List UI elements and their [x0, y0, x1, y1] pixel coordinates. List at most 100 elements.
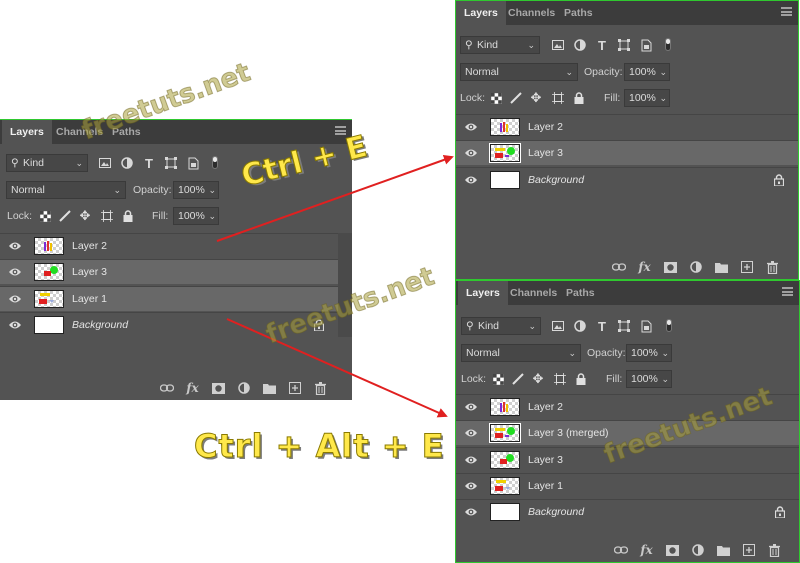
kind-filter-dropdown[interactable]: ⚲ Kind ⌄ [461, 317, 541, 335]
smart-object-filter-icon[interactable] [186, 156, 200, 170]
shape-filter-icon[interactable] [617, 319, 631, 333]
tab-channels[interactable]: Channels [502, 281, 565, 305]
type-filter-icon[interactable]: T [142, 156, 156, 171]
blend-mode-dropdown[interactable]: Normal ⌄ [461, 344, 581, 362]
lock-image-icon[interactable] [509, 91, 523, 105]
panel-menu-icon[interactable] [781, 7, 792, 16]
adjustment-filter-icon[interactable] [573, 319, 587, 333]
fx-icon[interactable]: fx [640, 543, 654, 557]
lock-all-icon[interactable] [574, 372, 588, 386]
type-filter-icon[interactable]: T [595, 38, 609, 53]
type-filter-icon[interactable]: T [595, 319, 609, 334]
eye-icon[interactable] [464, 454, 478, 466]
eye-icon[interactable] [8, 319, 22, 331]
smart-object-filter-icon[interactable] [639, 38, 653, 52]
tab-layers[interactable]: Layers [456, 1, 506, 25]
link-icon[interactable] [160, 381, 174, 395]
opacity-field[interactable]: 100% ⌄ [626, 344, 672, 362]
panel-footer: fx [456, 538, 799, 562]
layer-row[interactable]: Background [456, 166, 798, 192]
fx-icon[interactable]: fx [186, 381, 200, 395]
trash-icon[interactable] [767, 543, 781, 557]
eye-icon[interactable] [464, 401, 478, 413]
lock-transparent-icon[interactable] [38, 209, 52, 223]
adjustment-filter-icon[interactable] [120, 156, 134, 170]
eye-icon[interactable] [464, 480, 478, 492]
lock-position-icon[interactable]: ✥ [529, 90, 543, 105]
filter-toggle[interactable] [212, 156, 218, 169]
lock-artboard-icon[interactable] [551, 91, 565, 105]
filter-toggle[interactable] [666, 319, 672, 332]
lock-artboard-icon[interactable] [100, 209, 114, 223]
shape-filter-icon[interactable] [617, 38, 631, 52]
eye-icon[interactable] [464, 121, 478, 133]
lock-position-icon[interactable]: ✥ [78, 208, 92, 223]
fill-field[interactable]: 100% ⌄ [624, 89, 670, 107]
lock-image-icon[interactable] [58, 209, 72, 223]
lock-image-icon[interactable] [511, 372, 525, 386]
blend-mode-dropdown[interactable]: Normal ⌄ [460, 63, 578, 81]
image-filter-icon[interactable] [98, 156, 112, 170]
kind-filter-dropdown[interactable]: ⚲ Kind ⌄ [6, 154, 88, 172]
lock-transparent-icon[interactable] [489, 91, 503, 105]
link-icon[interactable] [614, 543, 628, 557]
blend-mode-dropdown[interactable]: Normal ⌄ [6, 181, 126, 199]
adjustment-filter-icon[interactable] [573, 38, 587, 52]
new-layer-icon[interactable] [742, 543, 756, 557]
trash-icon[interactable] [765, 260, 779, 274]
new-layer-icon[interactable] [288, 381, 302, 395]
group-folder-icon[interactable] [714, 260, 728, 274]
mask-icon[interactable] [665, 543, 679, 557]
layer-row[interactable]: Layer 3 [0, 259, 338, 285]
filter-toggle[interactable] [665, 38, 671, 51]
opacity-field[interactable]: 100% ⌄ [173, 181, 219, 199]
layer-row[interactable]: Layer 2 [0, 233, 338, 258]
tab-paths[interactable]: Paths [558, 281, 603, 305]
group-folder-icon[interactable] [716, 543, 730, 557]
mask-icon[interactable] [663, 260, 677, 274]
lock-position-icon[interactable]: ✥ [531, 371, 545, 386]
eye-icon[interactable] [464, 174, 478, 186]
eye-icon[interactable] [464, 147, 478, 159]
fill-field[interactable]: 100% ⌄ [173, 207, 219, 225]
lock-transparent-icon[interactable] [491, 372, 505, 386]
layer-row[interactable]: Layer 3 [456, 140, 798, 166]
shape-filter-icon[interactable] [164, 156, 178, 170]
panel-menu-icon[interactable] [782, 287, 793, 296]
new-layer-icon[interactable] [740, 260, 754, 274]
eye-icon[interactable] [464, 506, 478, 518]
eye-icon[interactable] [8, 266, 22, 278]
chevron-down-icon: ⌄ [75, 158, 83, 168]
opacity-field[interactable]: 100% ⌄ [624, 63, 670, 81]
fill-value: 100% [631, 373, 658, 385]
tab-channels[interactable]: Channels [500, 1, 563, 25]
tab-layers[interactable]: Layers [458, 281, 508, 305]
mask-icon[interactable] [211, 381, 225, 395]
layer-row[interactable]: Layer 1 [456, 472, 799, 498]
lock-label: Lock: [7, 210, 33, 222]
adjustment-layer-icon[interactable] [689, 260, 703, 274]
chevron-down-icon: ⌄ [527, 40, 535, 50]
link-icon[interactable] [612, 260, 626, 274]
eye-icon[interactable] [8, 240, 22, 252]
layer-row[interactable]: Layer 2 [456, 114, 798, 139]
group-folder-icon[interactable] [262, 381, 276, 395]
smart-object-filter-icon[interactable] [639, 319, 653, 333]
lock-all-icon[interactable] [572, 91, 586, 105]
adjustment-layer-icon[interactable] [691, 543, 705, 557]
kind-filter-dropdown[interactable]: ⚲ Kind ⌄ [460, 36, 540, 54]
fill-field[interactable]: 100% ⌄ [626, 370, 672, 388]
trash-icon[interactable] [313, 381, 327, 395]
lock-all-icon[interactable] [121, 209, 135, 223]
eye-icon[interactable] [8, 293, 22, 305]
tab-layers[interactable]: Layers [2, 120, 52, 144]
lock-artboard-icon[interactable] [553, 372, 567, 386]
layer-row[interactable]: Layer 1 [0, 285, 338, 311]
fx-icon[interactable]: fx [638, 260, 652, 274]
adjustment-layer-icon[interactable] [237, 381, 251, 395]
tab-paths[interactable]: Paths [556, 1, 601, 25]
layer-row[interactable]: Background [456, 499, 799, 524]
image-filter-icon[interactable] [551, 38, 565, 52]
image-filter-icon[interactable] [551, 319, 565, 333]
eye-icon[interactable] [464, 427, 478, 439]
